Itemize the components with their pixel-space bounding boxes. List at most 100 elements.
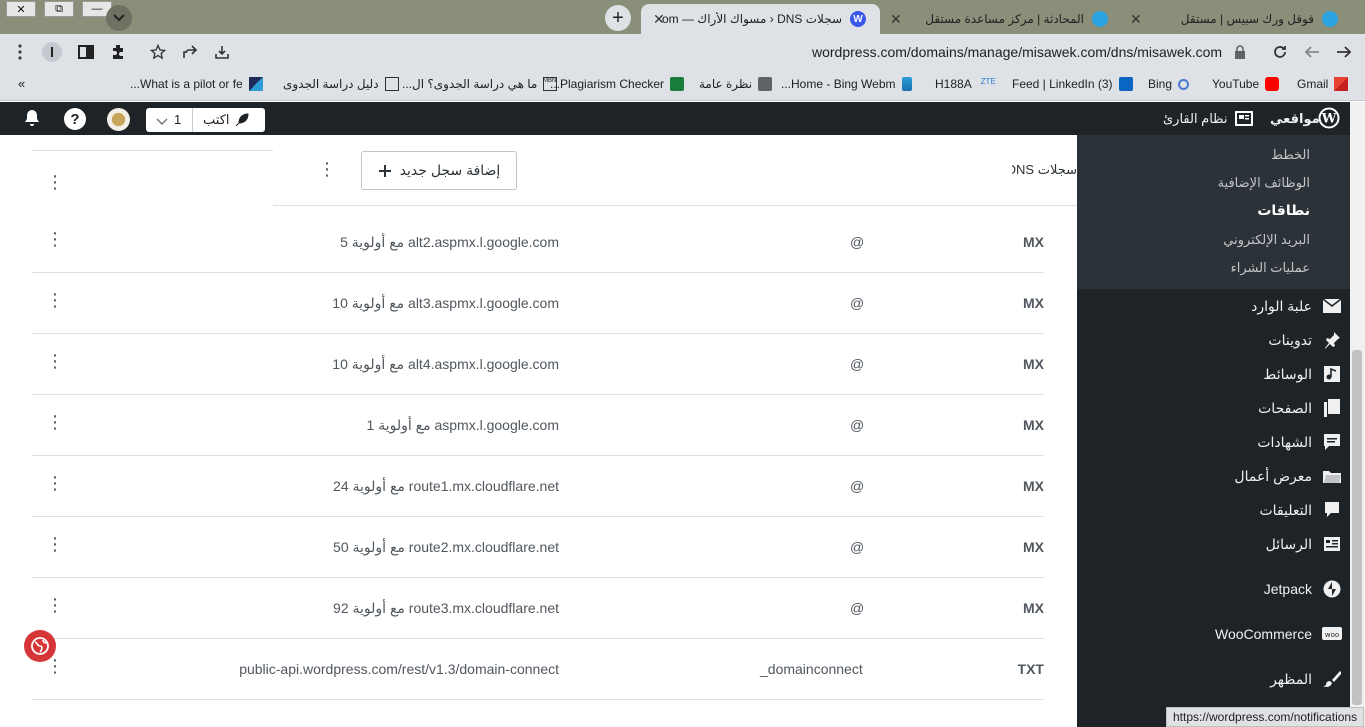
bookmark-h188a[interactable]: ZTE H188A [935,77,996,91]
tab-google-workspace[interactable]: قوقل ورك سبيس | مستقل ✕ [1120,4,1350,34]
add-record-label: إضافة سجل جديد [399,162,501,178]
record-name: _domainconnect [760,661,863,677]
write-post-button[interactable]: 1 اكتب [146,108,265,132]
extensions-icon[interactable] [108,42,128,62]
row-kebab-menu-icon[interactable]: ⋮ [46,474,64,492]
sidebar-item-jetpack[interactable]: Jetpack [1077,574,1350,604]
row-kebab-menu-icon[interactable]: ⋮ [46,596,64,614]
lock-icon[interactable] [1230,42,1250,62]
sidebar-item-portfolio[interactable]: معرض أعمال [1077,461,1350,491]
record-type: MX [1023,356,1044,372]
forward-arrow-icon[interactable] [1302,42,1322,62]
sidebar-item-testimonials[interactable]: الشهادات [1077,427,1350,457]
row-kebab-menu-icon[interactable]: ⋮ [46,291,64,309]
record-name: @ [850,539,865,555]
chevron-down-icon [156,113,168,131]
row-kebab-menu-icon[interactable]: ⋮ [46,657,64,675]
close-icon[interactable]: ✕ [653,11,665,28]
submenu-addons[interactable]: الوظائف الإضافية [1218,175,1310,191]
feather-icon [234,112,250,133]
wordpress-icon: W [850,11,866,27]
tab-dns-records[interactable]: W سجلات DNS ‹ مسواك الأراك — s.com ✕ [641,4,880,34]
row-kebab-menu-icon[interactable]: ⋮ [46,352,64,370]
bookmark-pilot[interactable]: What is a pilot or fe... [130,77,263,91]
sidebar-icon[interactable] [76,42,96,62]
row-kebab-menu-icon[interactable]: ⋮ [46,413,64,431]
tab-conversation[interactable]: المحادثة | مركز مساعدة مستقل ✕ [880,4,1120,34]
table-row[interactable]: ⋮ alt2.aspmx.l.google.com مع أولوية 5 @ … [32,212,1044,273]
bookmark-feasibility-guide[interactable]: دليل دراسة الجدوى [283,77,399,91]
my-sites-link[interactable]: مواقعي [1270,111,1320,127]
reload-icon[interactable] [1270,42,1290,62]
back-arrow-icon[interactable] [1334,42,1354,62]
profile-avatar[interactable] [42,42,62,62]
row-kebab-menu-icon[interactable]: ⋮ [46,230,64,248]
close-icon[interactable]: ✕ [1130,11,1142,28]
bookmark-gmail[interactable]: Gmail [1297,77,1349,91]
notifications-bell-icon[interactable] [22,108,42,133]
sidebar-item-woocommerce[interactable]: woo WooCommerce [1077,619,1350,649]
new-tab-button[interactable]: + [605,5,631,31]
avatar[interactable] [107,108,130,131]
wordpress-logo-icon[interactable]: W [1318,107,1340,134]
header-kebab-menu-icon[interactable]: ⋮ [46,172,64,193]
testimonial-icon [1322,432,1342,452]
sidebar-item-posts[interactable]: تدوينات [1077,325,1350,355]
browser-toolbar: wordpress.com/domains/manage/misawek.com… [0,34,1365,70]
record-value: public-api.wordpress.com/rest/v1.3/domai… [239,661,559,677]
close-window-button[interactable]: ✕ [6,1,36,17]
dns-options-kebab-icon[interactable]: ⋮ [318,159,336,180]
bookmark-bing[interactable]: Bing [1148,77,1190,91]
star-bookmark-icon[interactable] [148,42,168,62]
add-record-button[interactable]: إضافة سجل جديد [361,151,517,190]
bookmark-youtube[interactable]: YouTube [1212,77,1280,91]
scrollbar-thumb[interactable] [1352,350,1362,705]
bookmark-icon [248,77,263,91]
mostaql-icon [1322,11,1338,27]
table-row[interactable]: ⋮ alt3.aspmx.l.google.com مع أولوية 10 @… [32,273,1044,334]
submenu-plans[interactable]: الخطط [1271,147,1310,163]
help-icon[interactable]: ? [64,108,86,130]
bookmark-bing-webmaster[interactable]: Home - Bing Webm... [781,77,912,91]
table-row[interactable]: ⋮ public-api.wordpress.com/rest/v1.3/dom… [32,639,1044,700]
bookmark-plagiarism[interactable]: Plagiarism Checker... [550,77,685,91]
record-type: TXT [1017,661,1044,677]
svg-text:W: W [1321,112,1337,127]
submenu-purchases[interactable]: عمليات الشراء [1231,260,1310,276]
install-app-icon[interactable] [212,42,232,62]
support-globe-button[interactable] [24,630,56,662]
table-row[interactable]: ⋮ route2.mx.cloudflare.net مع أولوية 50 … [32,517,1044,578]
restore-window-button[interactable]: ⧉ [44,1,74,17]
submenu-domains[interactable]: نطاقات [1257,202,1310,219]
share-icon[interactable] [180,42,200,62]
sidebar-item-media[interactable]: الوسائط [1077,359,1350,389]
address-bar-url[interactable]: wordpress.com/domains/manage/misawek.com… [812,44,1222,60]
draft-count: 1 [174,112,182,127]
page-title: سجلات DNS [1012,162,1077,177]
tab-title: سجلات DNS ‹ مسواك الأراك — s.com [662,12,842,26]
record-name: @ [850,600,865,616]
sidebar-item-feedback[interactable]: الرسائل [1077,529,1350,559]
table-row[interactable]: ⋮ route1.mx.cloudflare.net مع أولوية 24 … [32,456,1044,517]
table-row[interactable]: ⋮ aspmx.l.google.com مع أولوية 1 @ MX [32,395,1044,456]
table-row[interactable]: ⋮ route3.mx.cloudflare.net مع أولوية 92 … [32,578,1044,639]
bookmark-linkedin[interactable]: (3) Feed | LinkedIn [1012,77,1133,91]
sidebar-item-appearance[interactable]: المظهر [1077,664,1350,694]
submenu-email[interactable]: البريد الإلكتروني [1223,232,1310,248]
bookmark-overview[interactable]: نظرة عامة [699,77,773,91]
browser-menu-icon[interactable] [10,42,30,62]
dns-records-main: ⋮ ⋮ إضافة سجل جديد سجلات DNS ⋮ alt2.aspm… [0,135,1077,727]
close-icon[interactable]: ✕ [890,11,902,28]
table-row[interactable]: ⋮ alt4.aspmx.l.google.com مع أولوية 10 @… [32,334,1044,395]
envelope-icon [1322,296,1342,316]
sidebar-item-inbox[interactable]: علبة الوارد [1077,291,1350,321]
bookmarks-overflow-button[interactable]: » [18,76,25,91]
bookmark-feasibility[interactable]: MBN ما هي دراسة الجدوى؟ ال... [402,77,558,91]
tab-search-button[interactable] [106,5,132,31]
reader-link[interactable]: نظام القارئ [1163,111,1227,127]
row-kebab-menu-icon[interactable]: ⋮ [46,535,64,553]
sidebar-item-comments[interactable]: التعليقات [1077,495,1350,525]
plagiarism-icon [670,77,685,91]
sidebar-item-pages[interactable]: الصفحات [1077,393,1350,423]
wp-admin-sidebar: الخطط الوظائف الإضافية نطاقات البريد الإ… [1077,135,1350,727]
